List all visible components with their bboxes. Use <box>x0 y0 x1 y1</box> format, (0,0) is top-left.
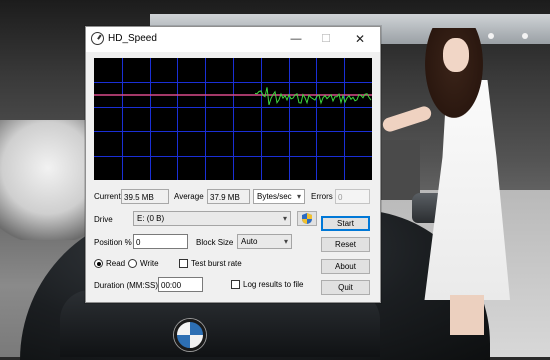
hd-speed-window: HD_Speed — ☐ ✕ Current 39.5 MB Average 3… <box>85 26 381 303</box>
ceiling-light <box>522 33 528 39</box>
block-size-label: Block Size <box>196 238 234 247</box>
quit-button[interactable]: Quit <box>321 280 370 295</box>
ceiling-light <box>488 33 494 39</box>
unit-select-value: Bytes/sec <box>257 192 292 201</box>
stopwatch-icon <box>91 32 104 45</box>
position-label: Position % <box>94 238 132 247</box>
duration-label: Duration (MM:SS) <box>94 281 159 290</box>
block-size-value: Auto <box>241 237 258 246</box>
test-burst-checkbox[interactable] <box>179 259 188 268</box>
duration-input[interactable]: 00:00 <box>158 277 203 292</box>
unit-select[interactable]: Bytes/sec ▾ <box>253 189 305 204</box>
drive-label: Drive <box>94 215 113 224</box>
read-label[interactable]: Read <box>106 259 125 268</box>
speed-graph <box>94 58 372 180</box>
display-stand <box>380 140 420 200</box>
chevron-down-icon: ▾ <box>282 214 287 223</box>
window-title: HD_Speed <box>108 33 157 44</box>
average-label: Average <box>174 192 204 201</box>
current-label: Current <box>94 192 121 201</box>
read-radio[interactable] <box>94 259 103 268</box>
car-emblem <box>174 319 206 351</box>
average-value-field: 37.9 MB <box>207 189 250 204</box>
title-bar[interactable]: HD_Speed — ☐ ✕ <box>86 27 380 52</box>
write-label[interactable]: Write <box>140 259 159 268</box>
chevron-down-icon: ▾ <box>296 192 301 201</box>
log-results-checkbox[interactable] <box>231 280 240 289</box>
model-legs <box>450 295 484 335</box>
minimize-button[interactable]: — <box>282 29 310 49</box>
write-radio[interactable] <box>128 259 137 268</box>
errors-label: Errors <box>311 192 333 201</box>
position-input[interactable]: 0 <box>133 234 188 249</box>
maximize-button[interactable]: ☐ <box>312 29 340 49</box>
speed-graph-canvas <box>94 58 372 180</box>
test-burst-label[interactable]: Test burst rate <box>191 259 242 268</box>
admin-shield-button[interactable] <box>297 211 317 226</box>
drive-select[interactable]: E: (0 B) ▾ <box>133 211 291 226</box>
current-value-field: 39.5 MB <box>121 189 169 204</box>
start-button[interactable]: Start <box>321 216 370 231</box>
close-button[interactable]: ✕ <box>346 29 374 49</box>
about-button[interactable]: About <box>321 259 370 274</box>
chevron-down-icon: ▾ <box>283 237 288 246</box>
log-results-label[interactable]: Log results to file <box>243 280 303 289</box>
block-size-select[interactable]: Auto ▾ <box>237 234 292 249</box>
shield-icon <box>302 213 312 224</box>
reset-button[interactable]: Reset <box>321 237 370 252</box>
model-face <box>443 38 469 72</box>
drive-select-value: E: (0 B) <box>137 214 165 223</box>
errors-value-field: 0 <box>335 189 370 204</box>
